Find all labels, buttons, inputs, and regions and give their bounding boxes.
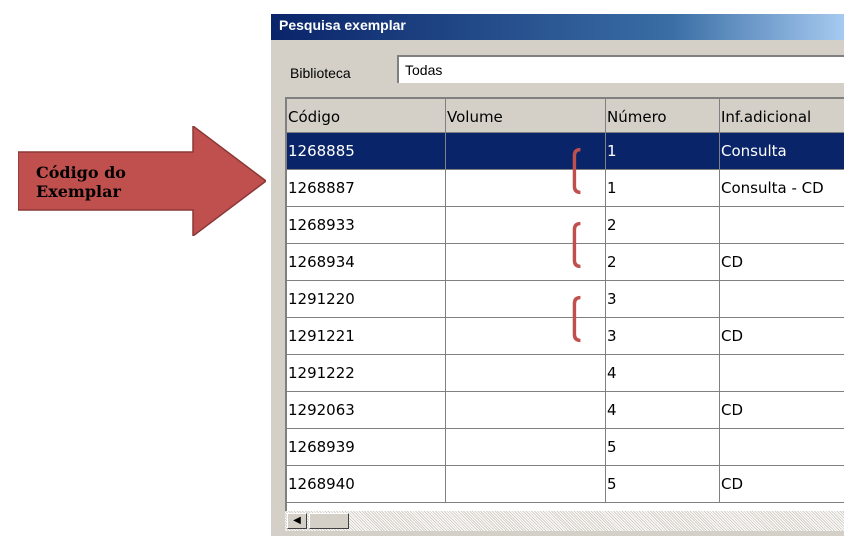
table-row[interactable]: 1268934 2 CD [287, 244, 844, 281]
table-row[interactable]: 1268885 1 Consulta [287, 133, 844, 170]
bracket-annotation-icon [572, 147, 581, 195]
cell-codigo: 1291220 [287, 281, 446, 317]
cell-codigo: 1291221 [287, 318, 446, 354]
cell-numero: 5 [606, 466, 720, 502]
cell-inf-adicional [720, 207, 844, 243]
bracket-annotation-icon [572, 221, 581, 269]
annotation-label-line2: Exemplar [36, 182, 121, 201]
column-header-codigo[interactable]: Código [287, 99, 446, 133]
cell-inf-adicional: CD [720, 466, 844, 502]
search-window: Pesquisa exemplar Biblioteca Todas Códig… [271, 14, 844, 536]
cell-codigo: 1292063 [287, 392, 446, 428]
cell-numero: 2 [606, 207, 720, 243]
table-row[interactable]: 1291220 3 [287, 281, 844, 318]
cell-numero: 4 [606, 392, 720, 428]
cell-inf-adicional [720, 355, 844, 391]
cell-codigo: 1268939 [287, 429, 446, 465]
exemplar-grid: Código Volume Número Inf.adicional 12688… [285, 97, 844, 525]
window-title: Pesquisa exemplar [279, 17, 406, 33]
horizontal-scrollbar[interactable]: ◀ [285, 511, 844, 531]
library-field[interactable]: Todas [397, 55, 844, 83]
cell-codigo: 1268940 [287, 466, 446, 502]
cell-numero: 4 [606, 355, 720, 391]
table-row[interactable]: 1292063 4 CD [287, 392, 844, 429]
table-row[interactable]: 1268939 5 [287, 429, 844, 466]
cell-numero: 5 [606, 429, 720, 465]
cell-volume [446, 466, 606, 502]
annotation-label-line1: Código do [36, 163, 126, 182]
cell-numero: 1 [606, 170, 720, 206]
cell-inf-adicional: CD [720, 244, 844, 280]
cell-inf-adicional: CD [720, 392, 844, 428]
scroll-thumb[interactable] [309, 513, 349, 529]
bracket-annotation-icon [572, 295, 581, 343]
cell-numero: 3 [606, 318, 720, 354]
cell-codigo: 1291222 [287, 355, 446, 391]
cell-inf-adicional [720, 429, 844, 465]
column-header-inf-adicional[interactable]: Inf.adicional [720, 99, 844, 133]
cell-codigo: 1268934 [287, 244, 446, 280]
cell-numero: 2 [606, 244, 720, 280]
cell-codigo: 1268885 [287, 133, 446, 169]
table-row[interactable]: 1268887 1 Consulta - CD [287, 170, 844, 207]
cell-volume [446, 392, 606, 428]
cell-volume [446, 355, 606, 391]
title-bar[interactable]: Pesquisa exemplar [271, 14, 844, 40]
cell-inf-adicional: Consulta [720, 133, 844, 169]
cell-inf-adicional: CD [720, 318, 844, 354]
cell-volume [446, 429, 606, 465]
cell-codigo: 1268933 [287, 207, 446, 243]
library-label: Biblioteca [290, 65, 351, 81]
cell-codigo: 1268887 [287, 170, 446, 206]
table-row[interactable]: 1268933 2 [287, 207, 844, 244]
cell-numero: 1 [606, 133, 720, 169]
cell-inf-adicional: Consulta - CD [720, 170, 844, 206]
cell-numero: 3 [606, 281, 720, 317]
column-header-numero[interactable]: Número [606, 99, 720, 133]
annotation-label: Código do Exemplar [36, 163, 176, 201]
table-row[interactable]: 1291221 3 CD [287, 318, 844, 355]
column-header-volume[interactable]: Volume [446, 99, 606, 133]
cell-inf-adicional [720, 281, 844, 317]
table-row[interactable]: 1268940 5 CD [287, 466, 844, 503]
table-row[interactable]: 1291222 4 [287, 355, 844, 392]
arrow-left-icon[interactable]: ◀ [287, 513, 307, 529]
